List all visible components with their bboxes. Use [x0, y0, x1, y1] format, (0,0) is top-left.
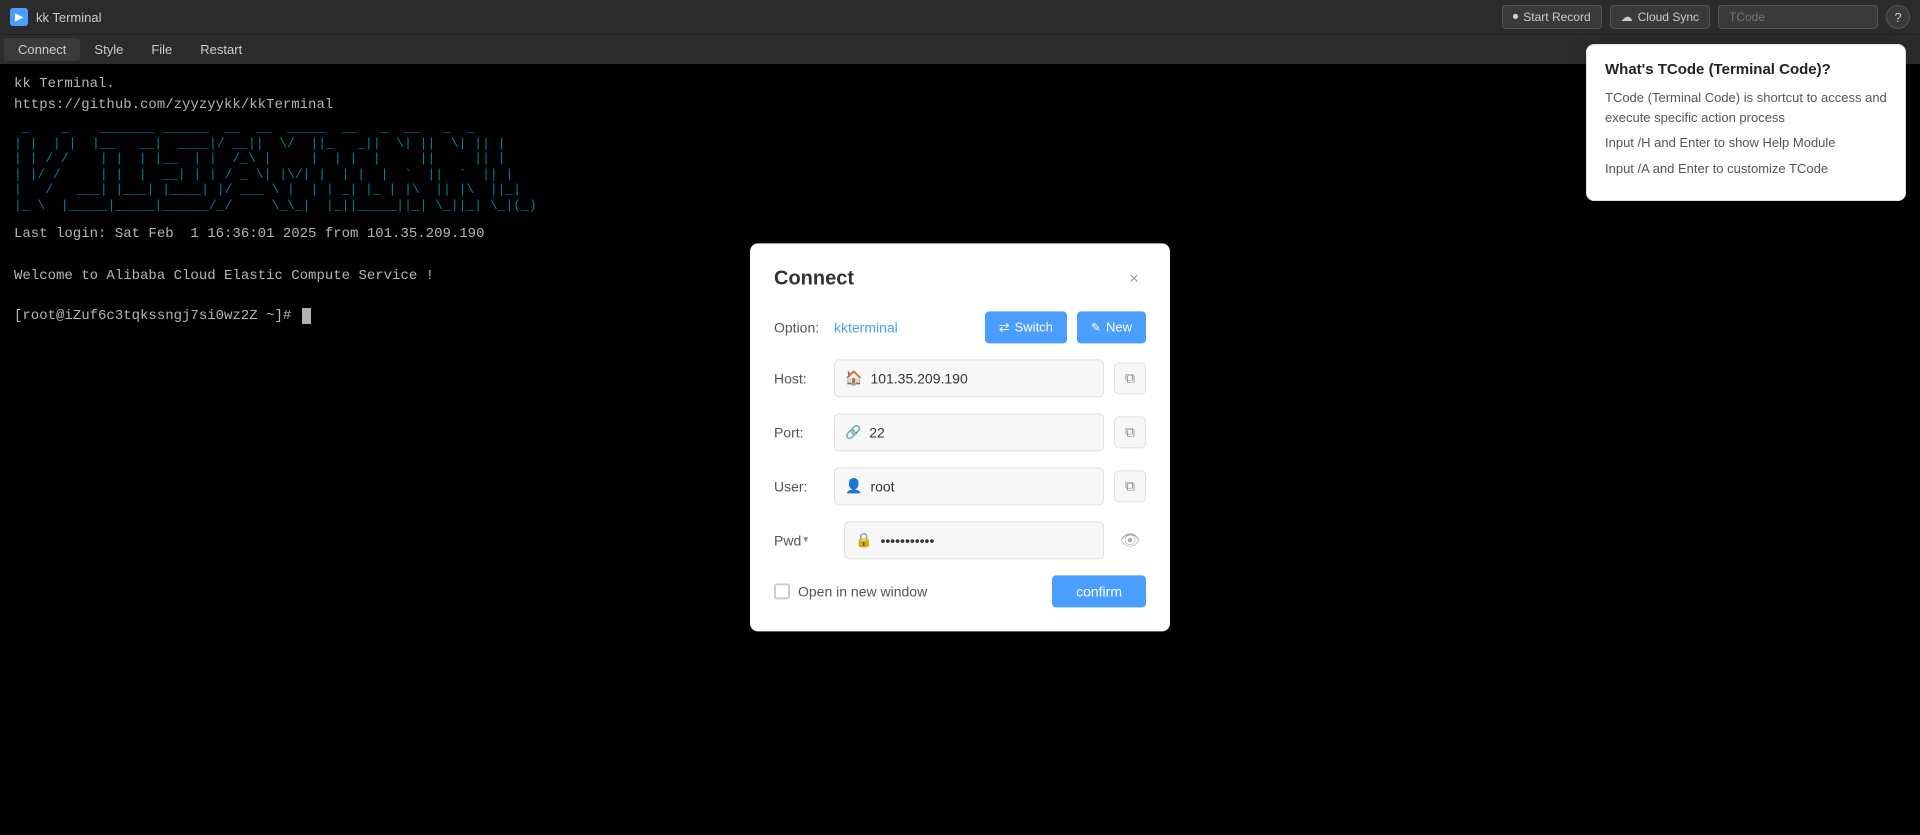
- menu-item-file[interactable]: File: [137, 38, 186, 61]
- cloud-icon: ☁: [1621, 10, 1633, 24]
- start-record-button[interactable]: ⏺ Start Record: [1502, 5, 1602, 29]
- open-new-window-label[interactable]: Open in new window: [774, 583, 927, 599]
- tcode-input[interactable]: [1718, 5, 1878, 29]
- toggle-password-button[interactable]: 👁: [1114, 524, 1146, 556]
- port-icon: 🔗: [845, 424, 861, 440]
- dialog-port-row: Port: 🔗 ⧉: [774, 413, 1146, 451]
- user-copy-button[interactable]: ⧉: [1114, 470, 1146, 502]
- pwd-label-wrapper: Pwd ▾: [774, 532, 834, 548]
- option-value: kkterminal: [834, 319, 898, 335]
- tcode-tooltip: What's TCode (Terminal Code)? TCode (Ter…: [1586, 44, 1906, 201]
- new-button[interactable]: ✎ New: [1077, 311, 1146, 343]
- host-copy-button[interactable]: ⧉: [1114, 362, 1146, 394]
- connect-dialog: Connect × Option: kkterminal ⇄ Switch ✎ …: [750, 243, 1170, 631]
- menu-item-style[interactable]: Style: [80, 38, 137, 61]
- app-icon: ▶: [10, 8, 28, 26]
- copy-icon-port: ⧉: [1125, 423, 1135, 440]
- confirm-button[interactable]: confirm: [1052, 575, 1146, 607]
- dialog-user-row: User: 👤 ⧉: [774, 467, 1146, 505]
- port-copy-button[interactable]: ⧉: [1114, 416, 1146, 448]
- dialog-title: Connect: [774, 267, 854, 290]
- tcode-tooltip-content: TCode (Terminal Code) is shortcut to acc…: [1605, 88, 1887, 178]
- tcode-tooltip-title: What's TCode (Terminal Code)?: [1605, 61, 1887, 78]
- option-label: Option:: [774, 319, 824, 335]
- app-title: kk Terminal: [36, 10, 102, 25]
- chevron-down-icon: ▾: [803, 534, 808, 545]
- user-label: User:: [774, 478, 824, 494]
- copy-icon-user: ⧉: [1125, 477, 1135, 494]
- open-new-window-checkbox[interactable]: [774, 583, 790, 599]
- pwd-input-wrapper: 🔒: [844, 521, 1104, 559]
- tcode-tooltip-line-3: Input /A and Enter to customize TCode: [1605, 159, 1887, 179]
- help-button[interactable]: ?: [1886, 5, 1910, 29]
- pwd-input[interactable]: [880, 532, 1093, 548]
- eye-off-icon: 👁: [1120, 530, 1140, 550]
- cloud-sync-button[interactable]: ☁ Cloud Sync: [1610, 5, 1710, 29]
- user-input-wrapper: 👤: [834, 467, 1104, 505]
- host-label: Host:: [774, 370, 824, 386]
- lock-icon: 🔒: [855, 531, 872, 548]
- tcode-tooltip-line-1: TCode (Terminal Code) is shortcut to acc…: [1605, 88, 1887, 127]
- copy-icon: ⧉: [1125, 369, 1135, 386]
- switch-button[interactable]: ⇄ Switch: [985, 311, 1067, 343]
- new-icon: ✎: [1091, 320, 1101, 334]
- menu-item-connect[interactable]: Connect: [4, 38, 80, 61]
- dialog-close-button[interactable]: ×: [1122, 267, 1146, 291]
- dialog-footer: Open in new window confirm: [774, 575, 1146, 607]
- host-input-wrapper: 🏠: [834, 359, 1104, 397]
- dialog-option-row: Option: kkterminal ⇄ Switch ✎ New: [774, 311, 1146, 343]
- port-input-wrapper: 🔗: [834, 413, 1104, 451]
- option-value-container: kkterminal: [834, 319, 975, 335]
- port-label: Port:: [774, 424, 824, 440]
- user-input[interactable]: [870, 478, 1093, 494]
- tcode-tooltip-line-2: Input /H and Enter to show Help Module: [1605, 133, 1887, 153]
- port-input[interactable]: [869, 424, 1093, 440]
- record-icon: ⏺: [1513, 11, 1519, 24]
- dialog-host-row: Host: 🏠 ⧉: [774, 359, 1146, 397]
- user-icon: 👤: [845, 477, 862, 494]
- host-icon: 🏠: [845, 369, 862, 386]
- switch-icon: ⇄: [999, 319, 1010, 335]
- dialog-pwd-row: Pwd ▾ 🔒 👁: [774, 521, 1146, 559]
- dialog-header: Connect ×: [774, 267, 1146, 291]
- menu-item-restart[interactable]: Restart: [186, 38, 256, 61]
- titlebar-actions: ⏺ Start Record ☁ Cloud Sync ?: [1502, 5, 1910, 29]
- titlebar: ▶ kk Terminal ⏺ Start Record ☁ Cloud Syn…: [0, 0, 1920, 34]
- pwd-label: Pwd: [774, 532, 801, 548]
- host-input[interactable]: [870, 370, 1093, 386]
